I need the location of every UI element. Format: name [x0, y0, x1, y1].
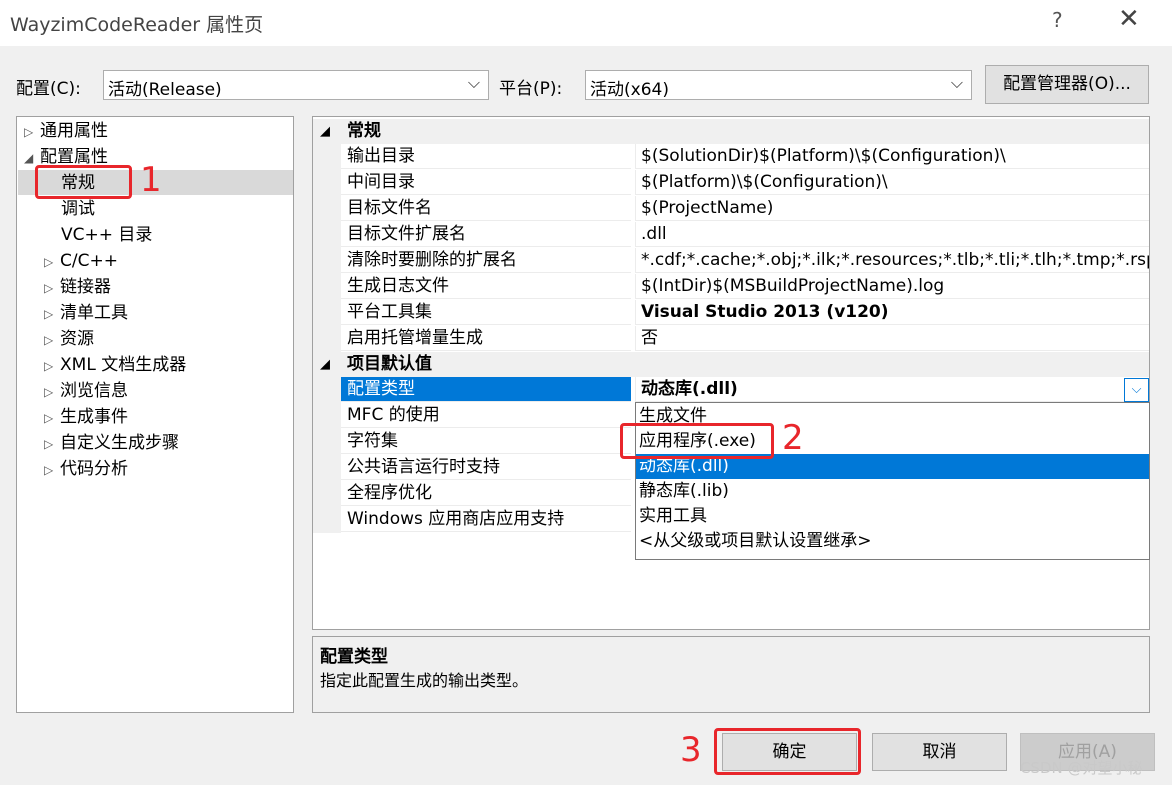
tree-item-linker[interactable]: ▷ 链接器: [44, 274, 111, 300]
property-value: $(SolutionDir)$(Platform)\$(Configuratio…: [635, 144, 1149, 169]
dropdown-option-utility[interactable]: 实用工具: [636, 504, 1149, 529]
tree-item-xml-doc-generator[interactable]: ▷ XML 文档生成器: [44, 352, 186, 378]
tree-item-common-properties[interactable]: ▷ 通用属性: [24, 118, 108, 144]
expand-icon: ▷: [44, 359, 54, 373]
dropdown-option-lib[interactable]: 静态库(.lib): [636, 479, 1149, 504]
platform-label: 平台(P):: [499, 79, 563, 99]
config-combo[interactable]: 活动(Release) ⌵: [103, 70, 489, 100]
property-value: .dll: [635, 222, 1149, 247]
annotation-number-2: 2: [782, 418, 804, 458]
property-value: *.cdf;*.cache;*.obj;*.ilk;*.resources;*.…: [635, 248, 1149, 273]
property-row-config-type[interactable]: 配置类型 动态库(.dll): [313, 377, 1149, 403]
description-title: 配置类型: [320, 647, 388, 667]
config-label: 配置(C):: [16, 79, 81, 99]
property-name: 全程序优化: [341, 481, 631, 506]
property-name: 输出目录: [341, 144, 631, 169]
property-value: $(ProjectName): [635, 196, 1149, 221]
annotation-number-1: 1: [140, 160, 162, 200]
tree-item-build-events[interactable]: ▷ 生成事件: [44, 404, 128, 430]
property-name: 启用托管增量生成: [341, 326, 631, 351]
expand-icon: ▷: [44, 437, 54, 451]
collapse-icon: ◢: [320, 124, 330, 139]
property-row[interactable]: 输出目录 $(SolutionDir)$(Platform)\$(Configur…: [313, 144, 1149, 170]
property-name: 清除时要删除的扩展名: [341, 248, 631, 273]
property-row[interactable]: 中间目录 $(Platform)\$(Configuration)\: [313, 170, 1149, 196]
property-row[interactable]: 平台工具集 Visual Studio 2013 (v120): [313, 300, 1149, 326]
property-row[interactable]: 清除时要删除的扩展名 *.cdf;*.cache;*.obj;*.ilk;*.re…: [313, 248, 1149, 274]
property-row[interactable]: 目标文件名 $(ProjectName): [313, 196, 1149, 222]
chevron-down-icon[interactable]: ⌵: [1124, 378, 1149, 402]
dropdown-option-inherit[interactable]: <从父级或项目默认设置继承>: [636, 529, 1149, 554]
section-general[interactable]: ◢ 常规: [313, 119, 1149, 144]
annotation-box-1: [35, 165, 132, 199]
property-value: Visual Studio 2013 (v120): [635, 300, 1149, 325]
cancel-button[interactable]: 取消: [872, 733, 1007, 771]
tree-item-vc-directories[interactable]: VC++ 目录: [61, 222, 152, 248]
tree-item-resources[interactable]: ▷ 资源: [44, 326, 94, 352]
help-button[interactable]: ?: [1052, 8, 1063, 32]
section-title: 项目默认值: [347, 354, 432, 374]
expand-icon: ▷: [44, 463, 54, 477]
property-row[interactable]: 生成日志文件 $(IntDir)$(MSBuildProjectName).log: [313, 274, 1149, 300]
annotation-box-2: [620, 423, 774, 459]
collapse-icon: ◢: [320, 357, 330, 372]
tree-item-code-analysis[interactable]: ▷ 代码分析: [44, 456, 128, 482]
close-button[interactable]: ✕: [1118, 4, 1140, 34]
tree-item-custom-build-step[interactable]: ▷ 自定义生成步骤: [44, 430, 179, 456]
expand-icon: ▷: [44, 307, 54, 321]
property-value: $(IntDir)$(MSBuildProjectName).log: [635, 274, 1149, 299]
tree-item-debugging[interactable]: 调试: [61, 196, 95, 222]
property-name: 配置类型: [341, 377, 631, 402]
expand-icon: ▷: [44, 385, 54, 399]
annotation-box-3: [714, 728, 861, 775]
window-title: WayzimCodeReader 属性页: [10, 14, 264, 36]
config-manager-button[interactable]: 配置管理器(O)...: [985, 65, 1149, 104]
watermark: CSDN @对望小秘: [1020, 759, 1143, 777]
expand-icon: ▷: [44, 333, 54, 347]
section-title: 常规: [347, 121, 381, 141]
annotation-number-3: 3: [680, 730, 702, 770]
expand-icon: ▷: [44, 255, 54, 269]
expand-icon: ▷: [24, 125, 34, 139]
property-name: 字符集: [341, 429, 631, 454]
property-name: Windows 应用商店应用支持: [341, 507, 631, 532]
property-name: 公共语言运行时支持: [341, 455, 631, 480]
expand-icon: ▷: [44, 411, 54, 425]
tree-item-browse-info[interactable]: ▷ 浏览信息: [44, 378, 128, 404]
expand-icon: ▷: [44, 281, 54, 295]
tree-item-c-cpp[interactable]: ▷ C/C++: [44, 248, 118, 274]
property-row[interactable]: 目标文件扩展名 .dll: [313, 222, 1149, 248]
property-name: 生成日志文件: [341, 274, 631, 299]
config-combo-value: 活动(Release): [108, 80, 222, 100]
property-name: 目标文件扩展名: [341, 222, 631, 247]
property-value: $(Platform)\$(Configuration)\: [635, 170, 1149, 195]
property-name: 目标文件名: [341, 196, 631, 221]
description-pane: 配置类型 指定此配置生成的输出类型。: [312, 636, 1150, 713]
property-row[interactable]: 启用托管增量生成否: [313, 326, 1149, 352]
property-value: 否: [635, 326, 1149, 351]
property-name: MFC 的使用: [341, 403, 631, 428]
property-value[interactable]: 动态库(.dll): [635, 377, 1149, 402]
property-name: 中间目录: [341, 170, 631, 195]
property-name: 平台工具集: [341, 300, 631, 325]
chevron-down-icon: ⌵: [950, 73, 963, 92]
section-project-defaults[interactable]: ◢ 项目默认值: [313, 352, 1149, 377]
platform-combo[interactable]: 活动(x64) ⌵: [585, 70, 972, 100]
platform-combo-value: 活动(x64): [590, 80, 669, 100]
chevron-down-icon: ⌵: [467, 73, 480, 92]
description-text: 指定此配置生成的输出类型。: [320, 671, 529, 690]
tree-item-manifest-tool[interactable]: ▷ 清单工具: [44, 300, 128, 326]
